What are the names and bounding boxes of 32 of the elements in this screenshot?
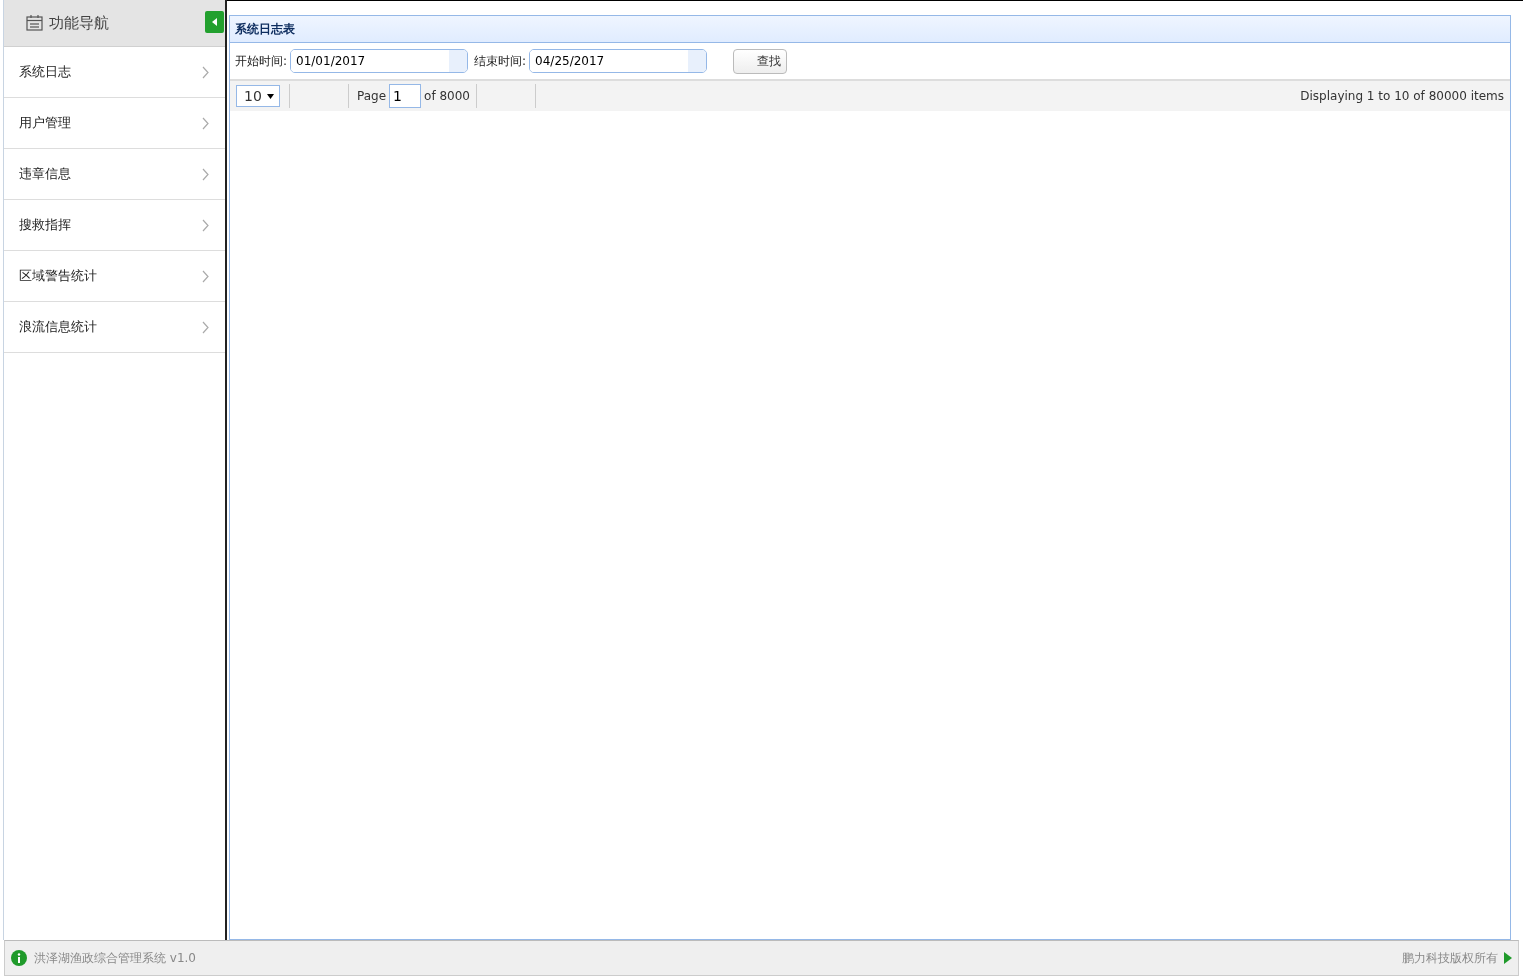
nav-item[interactable]: 系统日志 [4, 47, 225, 98]
nav-item[interactable]: 用户管理 [4, 98, 225, 149]
page-input[interactable]: 1 [389, 84, 422, 108]
date-field[interactable]: 01/01/2017 [290, 49, 469, 73]
play-icon [1504, 952, 1512, 964]
search-button[interactable]: 查找 [733, 48, 788, 74]
chevron-right-icon [202, 320, 209, 334]
field-label: 开始时间: [235, 52, 288, 70]
collapse-button[interactable] [205, 11, 224, 33]
dropdown-icon [267, 93, 274, 99]
page-size-select[interactable]: 10 [236, 85, 280, 107]
chevron-right-icon [202, 116, 209, 130]
chevron-right-icon [202, 167, 209, 181]
chevron-right-icon [202, 65, 209, 79]
date-field[interactable]: 04/25/2017 [529, 49, 708, 73]
chevron-right-icon [202, 269, 209, 283]
nav-item[interactable]: 违章信息 [4, 149, 225, 200]
nav-item[interactable]: 搜救指挥 [4, 200, 225, 251]
nav-item[interactable]: 区域警告统计 [4, 251, 225, 302]
display-info: Displaying 1 to 10 of 80000 items [1300, 89, 1504, 103]
copyright: 鹏力科技版权所有 [1402, 949, 1498, 967]
page-label: Page [357, 89, 387, 103]
app-name: 洪泽湖渔政综合管理系统 v1.0 [34, 949, 196, 967]
nav-item[interactable]: 浪流信息统计 [4, 302, 225, 353]
panel-title: 系统日志表 [230, 16, 1510, 43]
page-count: of 8000 [424, 89, 470, 103]
calendar-icon [26, 15, 43, 31]
info-icon [11, 950, 27, 966]
triangle-left-icon [211, 18, 218, 26]
chevron-right-icon [202, 218, 209, 232]
sidebar-title: 功能导航 [49, 13, 109, 33]
field-label: 结束时间: [474, 52, 527, 70]
